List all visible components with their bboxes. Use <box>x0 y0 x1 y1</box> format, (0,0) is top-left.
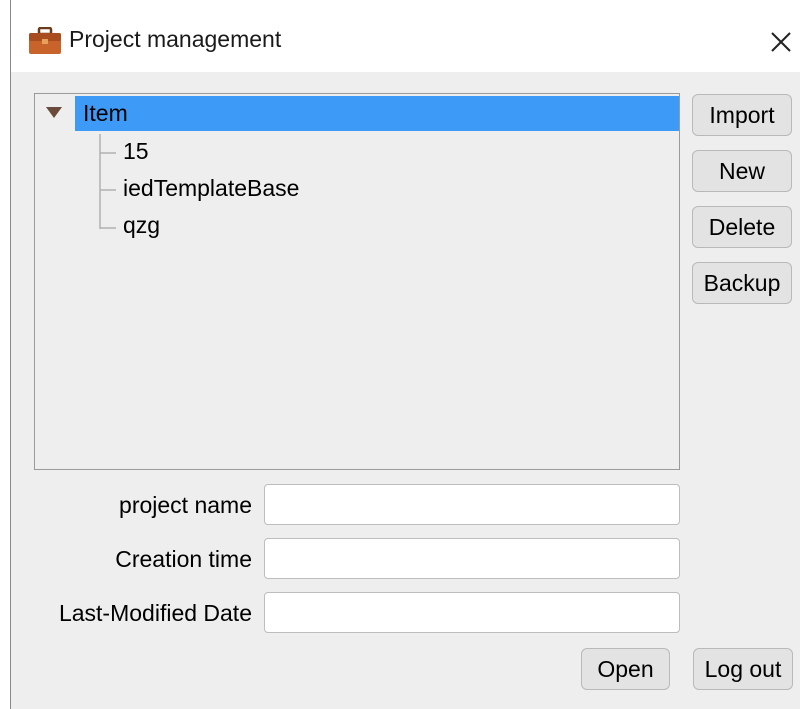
window-title: Project management <box>69 26 282 52</box>
tree-connector-lines <box>99 134 116 229</box>
tree-node-qzg[interactable]: qzg <box>123 212 160 239</box>
tree-node-iedtemplatebase[interactable]: iedTemplateBase <box>123 175 299 202</box>
creation-time-label: Creation time <box>115 546 252 572</box>
last-modified-label: Last-Modified Date <box>58 600 252 626</box>
tree-root-item[interactable]: Item <box>75 96 679 131</box>
dialog-content: Item 15 iedTemplateBase qzg Import New D… <box>11 72 800 709</box>
backup-button[interactable]: Backup <box>692 262 792 304</box>
project-name-input[interactable] <box>264 484 680 525</box>
title-bar: Project management <box>11 0 800 72</box>
last-modified-input[interactable] <box>264 592 680 633</box>
logout-button[interactable]: Log out <box>693 648 793 690</box>
delete-button[interactable]: Delete <box>692 206 792 248</box>
project-management-window: Project management Item 15 iedTemplateBa… <box>10 0 800 709</box>
tree-node-15[interactable]: 15 <box>123 138 149 165</box>
close-icon <box>771 32 791 52</box>
import-button[interactable]: Import <box>692 94 792 136</box>
creation-time-input[interactable] <box>264 538 680 579</box>
briefcase-icon <box>29 27 61 54</box>
project-name-label: project name <box>119 492 252 518</box>
open-button[interactable]: Open <box>581 648 670 690</box>
close-button[interactable] <box>763 22 797 58</box>
project-tree[interactable]: Item 15 iedTemplateBase qzg <box>34 93 680 470</box>
new-button[interactable]: New <box>692 150 792 192</box>
